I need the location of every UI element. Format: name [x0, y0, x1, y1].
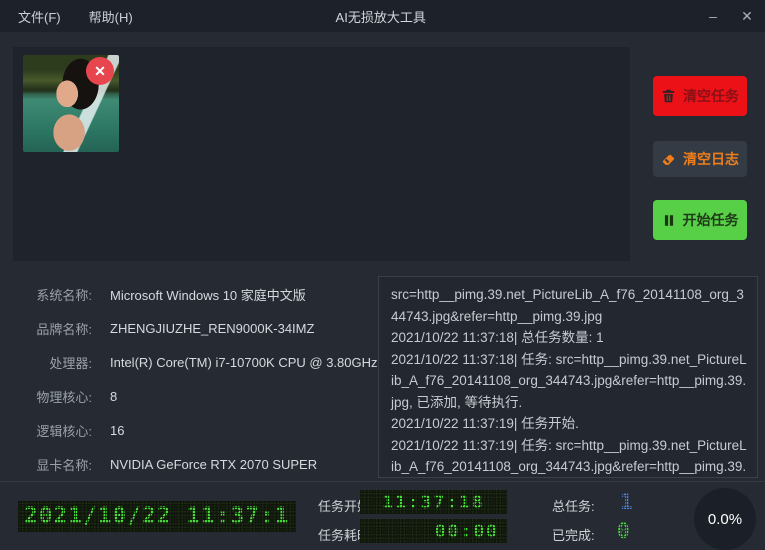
start-task-button[interactable]: 开始任务 — [653, 200, 747, 240]
completed-tasks-value: 0 — [617, 519, 630, 543]
completed-tasks-label: 已完成: — [552, 525, 595, 544]
system-info: 系统名称: Microsoft Windows 10 家庭中文版 品牌名称: Z… — [0, 277, 378, 481]
progress-indicator: 0.0% — [694, 488, 756, 550]
log-entry: 2021/10/22 11:37:18| 任务: src=http__pimg.… — [391, 349, 747, 414]
sysinfo-value: NVIDIA GeForce RTX 2070 SUPER — [110, 457, 317, 472]
log-entry: 2021/10/22 11:37:18| 总任务数量: 1 — [391, 327, 747, 349]
sysinfo-value: ZHENGJIUZHE_REN9000K-34IMZ — [110, 321, 314, 336]
total-tasks-label: 总任务: — [552, 496, 595, 515]
sysinfo-value: Intel(R) Core(TM) i7-10700K CPU @ 3.80GH… — [110, 355, 378, 370]
window-title: AI无损放大工具 — [336, 7, 426, 26]
sysinfo-label: 物理核心: — [14, 387, 92, 406]
led-clock: 2021/10/22 11:37:1 — [18, 501, 296, 532]
log-panel[interactable]: src=http__pimg.39.net_PictureLib_A_f76_2… — [378, 276, 758, 478]
title-bar: 文件(F) 帮助(H) AI无损放大工具 – ✕ — [0, 0, 765, 32]
remove-task-icon[interactable]: ✕ — [86, 57, 114, 85]
close-button[interactable]: ✕ — [737, 8, 757, 25]
task-elapsed-display: 00:00 — [360, 519, 507, 543]
sysinfo-label: 处理器: — [14, 353, 92, 372]
log-entry: src=http__pimg.39.net_PictureLib_A_f76_2… — [391, 284, 747, 327]
task-start-time-display: 11:37:18 — [360, 490, 507, 514]
sysinfo-label: 系统名称: — [14, 285, 92, 304]
log-entry: 2021/10/22 11:37:19| 任务开始. — [391, 413, 747, 435]
sysinfo-row-logical-cores: 逻辑核心: 16 — [0, 413, 378, 447]
app-window: 文件(F) 帮助(H) AI无损放大工具 – ✕ ✕ 清空任务 清空日志 — [0, 0, 765, 550]
start-task-label: 开始任务 — [683, 210, 739, 230]
sysinfo-value: 16 — [110, 423, 124, 438]
sysinfo-value: Microsoft Windows 10 家庭中文版 — [110, 285, 306, 304]
task-list-panel: ✕ — [13, 47, 630, 261]
clear-logs-button[interactable]: 清空日志 — [653, 141, 747, 177]
sysinfo-row-cpu: 处理器: Intel(R) Core(TM) i7-10700K CPU @ 3… — [0, 345, 378, 379]
window-controls: – ✕ — [703, 0, 757, 32]
task-thumbnail[interactable]: ✕ — [23, 55, 119, 152]
sysinfo-row-os: 系统名称: Microsoft Windows 10 家庭中文版 — [0, 277, 378, 311]
sysinfo-row-gpu: 显卡名称: NVIDIA GeForce RTX 2070 SUPER — [0, 447, 378, 481]
sysinfo-row-physical-cores: 物理核心: 8 — [0, 379, 378, 413]
sysinfo-label: 显卡名称: — [14, 455, 92, 474]
sysinfo-label: 逻辑核心: — [14, 421, 92, 440]
log-entry: 2021/10/22 11:37:19| 任务: src=http__pimg.… — [391, 435, 747, 479]
eraser-icon — [661, 152, 676, 167]
trash-icon — [661, 88, 676, 104]
pause-icon — [662, 213, 676, 228]
menu-help[interactable]: 帮助(H) — [75, 0, 147, 32]
clear-tasks-button[interactable]: 清空任务 — [653, 76, 747, 116]
status-bar-divider — [0, 481, 765, 482]
minimize-button[interactable]: – — [703, 8, 723, 24]
sysinfo-label: 品牌名称: — [14, 319, 92, 338]
total-tasks-value: 1 — [620, 490, 633, 514]
menu-file[interactable]: 文件(F) — [0, 0, 75, 32]
sysinfo-value: 8 — [110, 389, 117, 404]
clear-tasks-label: 清空任务 — [683, 86, 739, 106]
clear-logs-label: 清空日志 — [683, 149, 739, 169]
sysinfo-row-brand: 品牌名称: ZHENGJIUZHE_REN9000K-34IMZ — [0, 311, 378, 345]
